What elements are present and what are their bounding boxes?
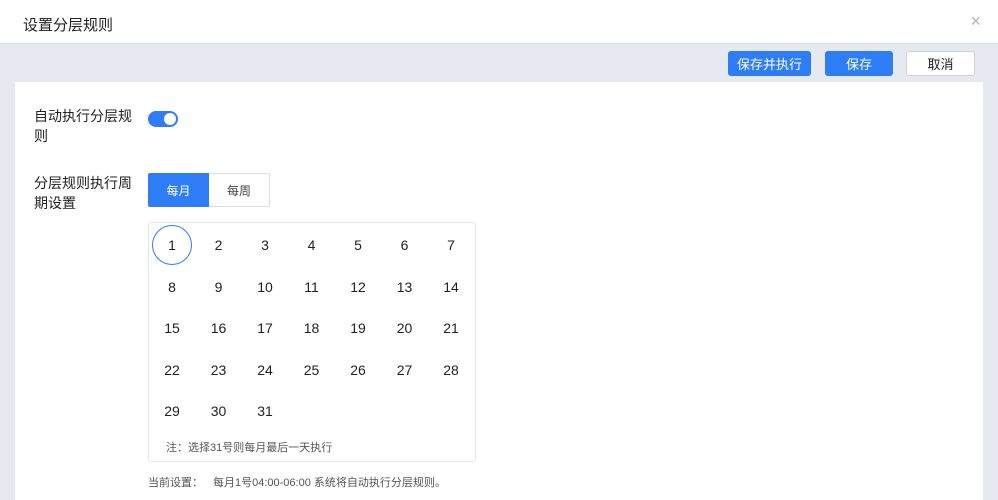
dialog-header: 设置分层规则 × [0, 0, 998, 44]
day-12[interactable]: 12 [338, 267, 378, 307]
day-5[interactable]: 5 [338, 225, 378, 265]
day-23[interactable]: 23 [199, 350, 239, 390]
current-setting-value: 每月1号04:00-06:00 系统将自动执行分层规则。 [213, 477, 446, 489]
day-18[interactable]: 18 [292, 308, 332, 348]
day-29[interactable]: 29 [152, 391, 192, 431]
close-icon[interactable]: × [970, 12, 981, 30]
day-14[interactable]: 14 [431, 267, 471, 307]
save-button[interactable]: 保存 [825, 51, 893, 76]
day-30[interactable]: 30 [199, 391, 239, 431]
day-16[interactable]: 16 [199, 308, 239, 348]
day-11[interactable]: 11 [292, 267, 332, 307]
day-3[interactable]: 3 [245, 225, 285, 265]
cycle-segmented-control: 每月 每周 [148, 173, 270, 207]
auto-execute-toggle[interactable] [148, 111, 178, 127]
cycle-option-monthly[interactable]: 每月 [148, 173, 209, 207]
current-setting: 当前设置： 每月1号04:00-06:00 系统将自动执行分层规则。 [148, 474, 446, 490]
day-31[interactable]: 31 [245, 391, 285, 431]
current-setting-label: 当前设置： [148, 477, 203, 489]
day-21[interactable]: 21 [431, 308, 471, 348]
toolbar: 保存并执行 保存 取消 [0, 44, 998, 82]
settings-panel: 自动执行分层规则 分层规则执行周期设置 每月 每周 注：选择31号则每月最后一天… [15, 82, 983, 500]
day-20[interactable]: 20 [385, 308, 425, 348]
day-26[interactable]: 26 [338, 350, 378, 390]
day-10[interactable]: 10 [245, 267, 285, 307]
day-4[interactable]: 4 [292, 225, 332, 265]
save-and-execute-button[interactable]: 保存并执行 [728, 51, 811, 76]
calendar-note: 注：选择31号则每月最后一天执行 [166, 442, 333, 454]
cycle-label: 分层规则执行周期设置 [34, 175, 132, 211]
day-22[interactable]: 22 [152, 350, 192, 390]
day-13[interactable]: 13 [385, 267, 425, 307]
day-28[interactable]: 28 [431, 350, 471, 390]
auto-execute-label: 自动执行分层规则 [34, 108, 132, 144]
cycle-option-weekly[interactable]: 每周 [209, 173, 270, 207]
day-19[interactable]: 19 [338, 308, 378, 348]
day-24[interactable]: 24 [245, 350, 285, 390]
day-9[interactable]: 9 [199, 267, 239, 307]
toggle-knob [164, 113, 176, 125]
dialog-title: 设置分层规则 [23, 17, 114, 34]
day-15[interactable]: 15 [152, 308, 192, 348]
day-8[interactable]: 8 [152, 267, 192, 307]
day-6[interactable]: 6 [385, 225, 425, 265]
day-1[interactable]: 1 [152, 225, 192, 265]
day-picker-calendar: 注：选择31号则每月最后一天执行 1 2 3 4 5 6 7 8 9 10 11 12 13 14 15 16… [148, 222, 476, 462]
day-2[interactable]: 2 [199, 225, 239, 265]
cancel-button[interactable]: 取消 [906, 51, 975, 76]
day-25[interactable]: 25 [292, 350, 332, 390]
day-27[interactable]: 27 [385, 350, 425, 390]
day-17[interactable]: 17 [245, 308, 285, 348]
day-7[interactable]: 7 [431, 225, 471, 265]
